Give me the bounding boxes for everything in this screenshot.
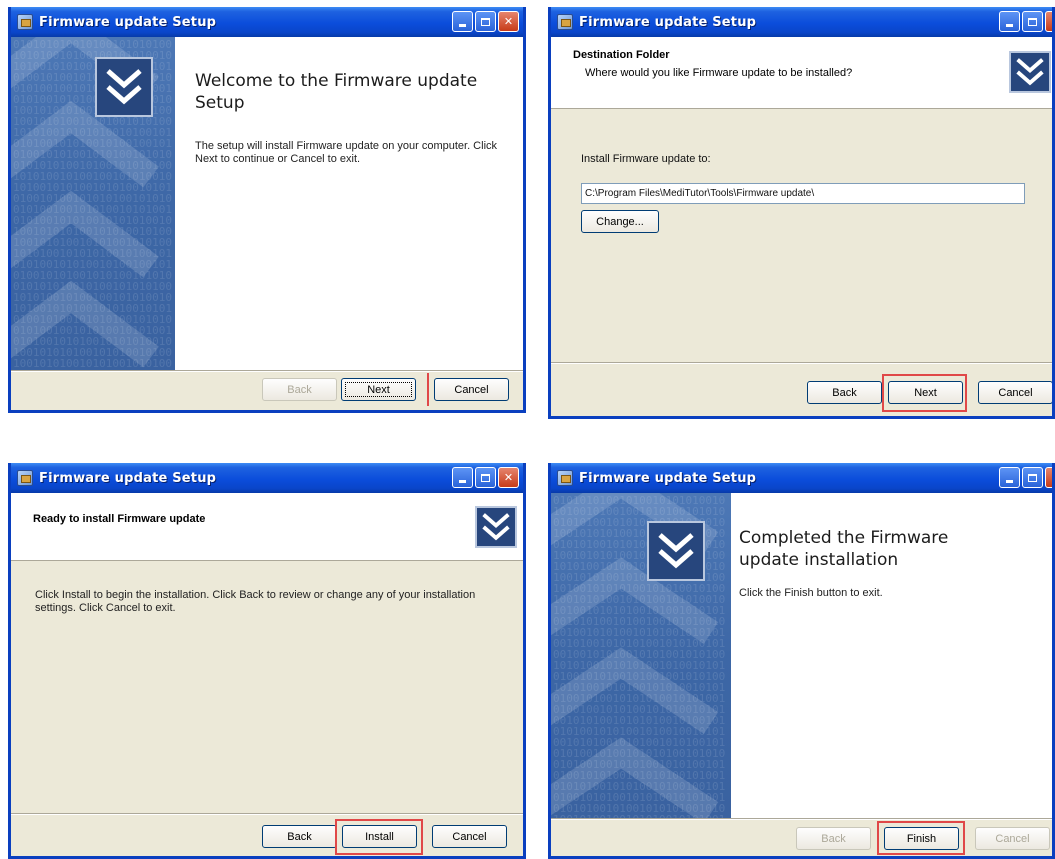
cancel-button[interactable]: Cancel [432,825,507,848]
completed-body: Click the Finish button to exit. [739,587,883,599]
window-title: Firmware update Setup [39,470,217,486]
cancel-button[interactable]: Cancel [978,381,1052,404]
window-title: Firmware update Setup [579,14,757,30]
setup-app-icon [17,14,33,30]
close-button[interactable]: ✕ [1045,11,1052,32]
title-bar[interactable]: Firmware update Setup ✕ [551,463,1052,493]
ready-dialog: Firmware update Setup ✕ Ready to install… [8,463,526,859]
maximize-button[interactable] [475,11,496,32]
welcome-body: The setup will install Firmware update o… [195,140,498,165]
header-band: Ready to install Firmware update [11,493,523,561]
separator [11,370,523,372]
side-banner: 0101010100101001010101001010100101001001… [551,493,731,818]
change-button[interactable]: Change... [581,210,659,233]
header-band: Destination Folder Where would you like … [551,37,1052,109]
setup-logo-icon [95,57,153,117]
title-bar[interactable]: Firmware update Setup ✕ [11,463,523,493]
section-subtitle: Where would you like Firmware update to … [585,67,853,79]
cancel-button[interactable]: Cancel [434,378,509,401]
close-button[interactable]: ✕ [498,467,519,488]
title-bar[interactable]: Firmware update Setup ✕ [11,7,523,37]
minimize-button[interactable] [999,11,1020,32]
close-button[interactable]: ✕ [498,11,519,32]
minimize-button[interactable] [452,11,473,32]
back-button[interactable]: Back [262,825,337,848]
side-banner: 0101010100101001010101001010100101001001… [11,37,175,370]
minimize-button[interactable] [452,467,473,488]
maximize-button[interactable] [475,467,496,488]
welcome-heading: Welcome to the Firmware update Setup [195,71,478,113]
setup-logo-icon [1009,51,1051,93]
destination-dialog: Firmware update Setup ✕ Destination Fold… [548,7,1055,419]
finish-highlight-box [877,821,965,855]
setup-app-icon [17,470,33,486]
setup-app-icon [557,470,573,486]
window-title: Firmware update Setup [39,14,217,30]
next-highlight-box [882,374,967,412]
setup-logo-icon [647,521,705,581]
completed-heading: Completed the Firmware update installati… [739,528,949,570]
back-button[interactable]: Back [262,378,337,401]
back-button[interactable]: Back [807,381,882,404]
setup-logo-icon [475,506,517,548]
separator [551,362,1052,364]
install-path-field[interactable]: C:\Program Files\MediTutor\Tools\Firmwar… [581,183,1025,204]
separator [551,818,1052,820]
section-title: Ready to install Firmware update [33,513,206,525]
close-button[interactable]: ✕ [1045,467,1052,488]
install-location-label: Install Firmware update to: [581,153,711,165]
next-button[interactable]: Next [341,378,416,401]
highlight-marker [427,373,429,406]
title-bar[interactable]: Firmware update Setup ✕ [551,7,1052,37]
section-title: Destination Folder [573,49,670,61]
welcome-dialog: Firmware update Setup ✕ 0101010100101001… [8,7,526,413]
separator [11,813,523,815]
install-highlight-box [335,819,423,855]
maximize-button[interactable] [1022,467,1043,488]
window-title: Firmware update Setup [579,470,757,486]
back-button[interactable]: Back [796,827,871,850]
maximize-button[interactable] [1022,11,1043,32]
setup-app-icon [557,14,573,30]
cancel-button[interactable]: Cancel [975,827,1050,850]
completed-dialog: Firmware update Setup ✕ 0101010100101001… [548,463,1055,859]
ready-body: Click Install to begin the installation.… [35,589,476,614]
minimize-button[interactable] [999,467,1020,488]
